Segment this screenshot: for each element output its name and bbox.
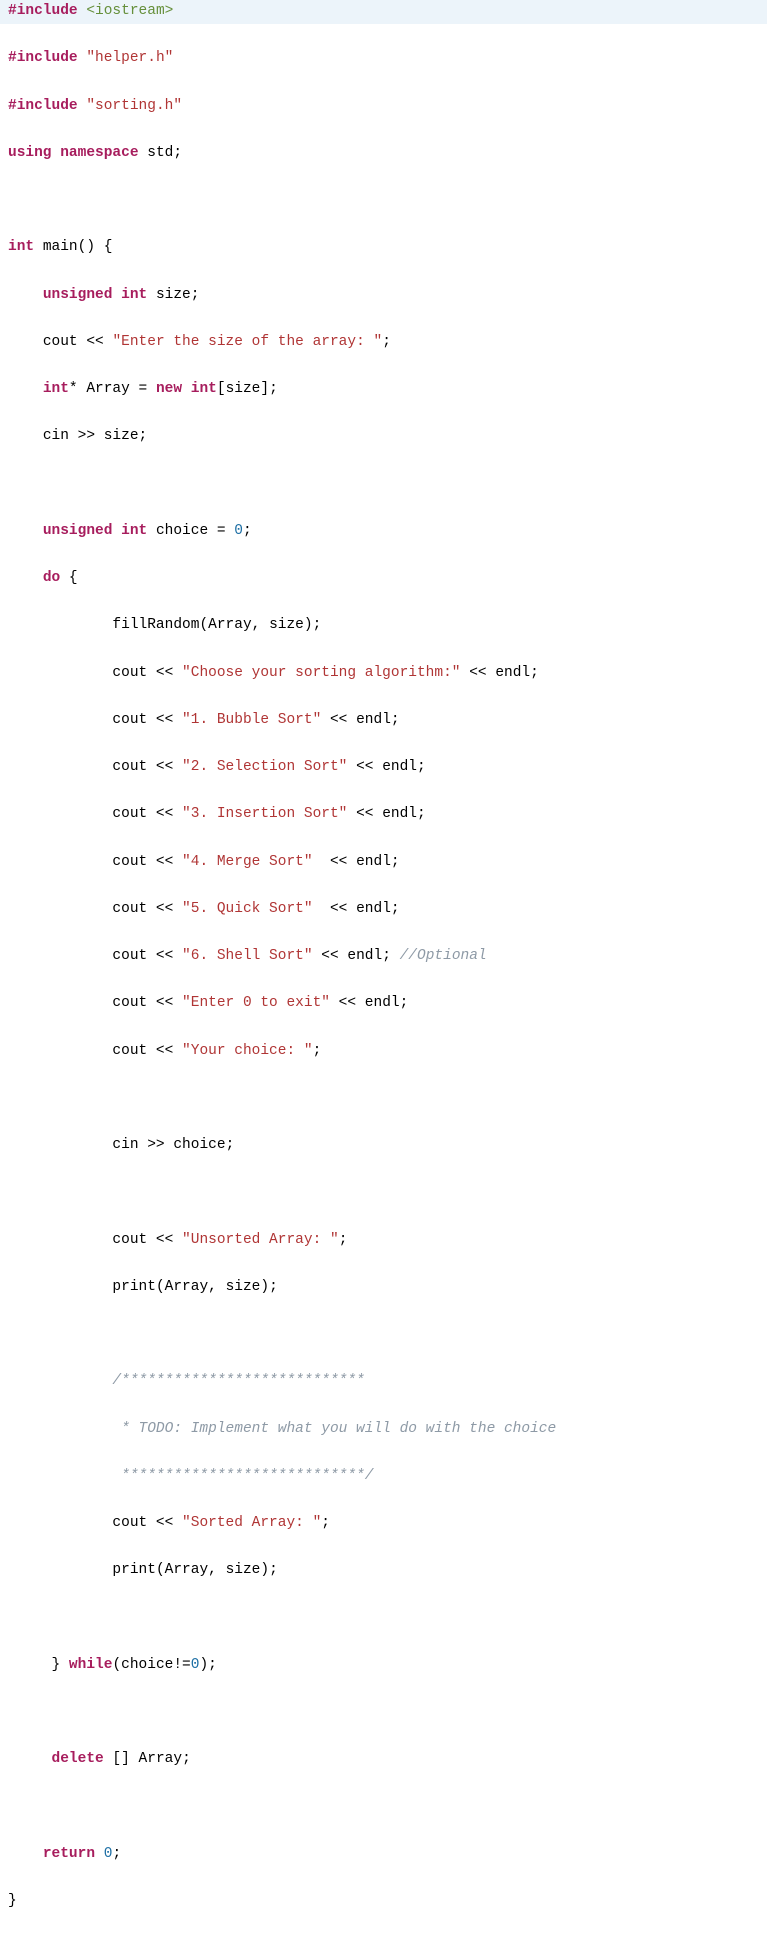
code-line: print(Array, size); (0, 1276, 767, 1300)
code-line: print(Array, size); (0, 1559, 767, 1583)
code-line: #include "sorting.h" (0, 95, 767, 119)
code-line: } (0, 1890, 767, 1914)
code-line: cout << "Enter the size of the array: "; (0, 331, 767, 355)
code-line: delete [] Array; (0, 1748, 767, 1772)
code-line: * TODO: Implement what you will do with … (0, 1418, 767, 1442)
code-line (0, 1607, 767, 1631)
code-line: cout << "3. Insertion Sort" << endl; (0, 803, 767, 827)
code-line: } while(choice!=0); (0, 1654, 767, 1678)
code-line: cout << "Your choice: "; (0, 1040, 767, 1064)
code-line: #include <iostream> (0, 0, 767, 24)
code-line: cout << "1. Bubble Sort" << endl; (0, 709, 767, 733)
code-line: cout << "4. Merge Sort" << endl; (0, 851, 767, 875)
code-line (0, 1181, 767, 1205)
code-line: return 0; (0, 1843, 767, 1867)
code-line: using namespace std; (0, 142, 767, 166)
code-line: ****************************/ (0, 1465, 767, 1489)
code-line: cout << "5. Quick Sort" << endl; (0, 898, 767, 922)
code-line: int* Array = new int[size]; (0, 378, 767, 402)
code-line (0, 189, 767, 213)
code-line: do { (0, 567, 767, 591)
code-line: int main() { (0, 236, 767, 260)
code-line: unsigned int size; (0, 284, 767, 308)
code-line: cout << "Enter 0 to exit" << endl; (0, 992, 767, 1016)
code-line: cin >> choice; (0, 1134, 767, 1158)
code-line: cout << "6. Shell Sort" << endl; //Optio… (0, 945, 767, 969)
code-line (0, 1323, 767, 1347)
code-line (0, 1796, 767, 1820)
code-line: cout << "Choose your sorting algorithm:"… (0, 662, 767, 686)
code-line: cin >> size; (0, 425, 767, 449)
code-line (0, 1087, 767, 1111)
code-line: #include "helper.h" (0, 47, 767, 71)
code-line (0, 1701, 767, 1725)
code-line: cout << "2. Selection Sort" << endl; (0, 756, 767, 780)
code-line: fillRandom(Array, size); (0, 614, 767, 638)
code-line: /**************************** (0, 1370, 767, 1394)
code-line (0, 473, 767, 497)
code-line: unsigned int choice = 0; (0, 520, 767, 544)
code-line: cout << "Unsorted Array: "; (0, 1229, 767, 1253)
code-line: cout << "Sorted Array: "; (0, 1512, 767, 1536)
code-block: #include <iostream> #include "helper.h" … (0, 0, 767, 1937)
